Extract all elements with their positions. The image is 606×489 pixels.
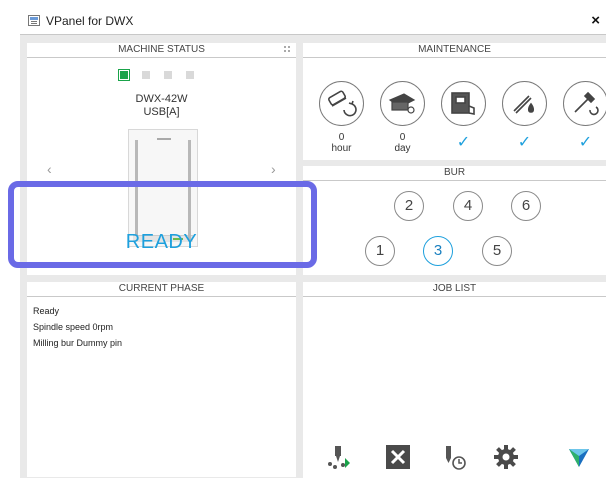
close-button[interactable]: × (591, 12, 600, 29)
bur-slot-6[interactable]: 6 (511, 191, 541, 221)
bur-slot-3[interactable]: 3 (423, 236, 453, 266)
machine-status-header: MACHINE STATUS (27, 43, 296, 58)
bur-slot-2[interactable]: 2 (394, 191, 424, 221)
daily-care-icon[interactable] (380, 81, 425, 126)
bur-slot-4[interactable]: 4 (453, 191, 483, 221)
machine-connection: USB[A] (143, 106, 180, 118)
cancel-job-icon[interactable] (385, 444, 411, 470)
machine-model: DWX-42W (135, 93, 188, 105)
panel-grip-icon[interactable] (284, 46, 292, 54)
bur-header: BUR (303, 166, 606, 181)
maintenance-header: MAINTENANCE (303, 43, 606, 58)
air-blow-check: ✓ (517, 134, 532, 151)
prev-machine-icon[interactable]: ‹ (47, 161, 52, 177)
app-icon (28, 15, 40, 26)
bottom-toolbar (303, 432, 606, 478)
spindle-rotate-icon[interactable] (319, 81, 364, 126)
current-phase-header: CURRENT PHASE (27, 282, 296, 297)
dust-collector-check: ✓ (456, 134, 471, 151)
settings-icon[interactable] (493, 444, 519, 470)
current-phase-panel: CURRENT PHASE Ready Spindle speed 0rpm M… (27, 282, 296, 477)
vpanel-logo-icon[interactable] (566, 444, 592, 470)
ready-status-highlight (8, 181, 317, 268)
job-list-header: JOB LIST (303, 282, 606, 297)
daily-care-days: 0 day (394, 132, 411, 154)
bur-slot-5[interactable]: 5 (482, 236, 512, 266)
dust-collector-icon[interactable] (441, 81, 486, 126)
maintenance-panel: MAINTENANCE 0 hour 0 day ✓ ✓ ✓ (303, 43, 606, 160)
machine-selector (118, 69, 194, 81)
window-title: VPanel for DWX (46, 14, 134, 28)
next-machine-icon[interactable]: › (271, 161, 276, 177)
machine-dot-3[interactable] (164, 71, 172, 79)
phase-state: Ready (33, 306, 60, 316)
spindle-time: 0 hour (331, 132, 352, 154)
bur-slot-1[interactable]: 1 (365, 236, 395, 266)
bur-replace-check: ✓ (578, 134, 593, 151)
title-bar: VPanel for DWX × (20, 8, 606, 35)
milling-bur: Milling bur Dummy pin (33, 338, 123, 348)
start-milling-icon[interactable] (325, 444, 351, 470)
air-blow-icon[interactable] (502, 81, 547, 126)
job-list-panel: JOB LIST (303, 282, 606, 432)
machine-dot-1[interactable] (118, 69, 130, 81)
bur-replace-icon[interactable] (563, 81, 606, 126)
bur-panel: BUR 2 4 6 1 3 5 (303, 166, 606, 275)
spindle-speed: Spindle speed 0rpm (33, 322, 114, 332)
machine-dot-2[interactable] (142, 71, 150, 79)
scheduled-job-icon[interactable] (441, 444, 467, 470)
machine-dot-4[interactable] (186, 71, 194, 79)
